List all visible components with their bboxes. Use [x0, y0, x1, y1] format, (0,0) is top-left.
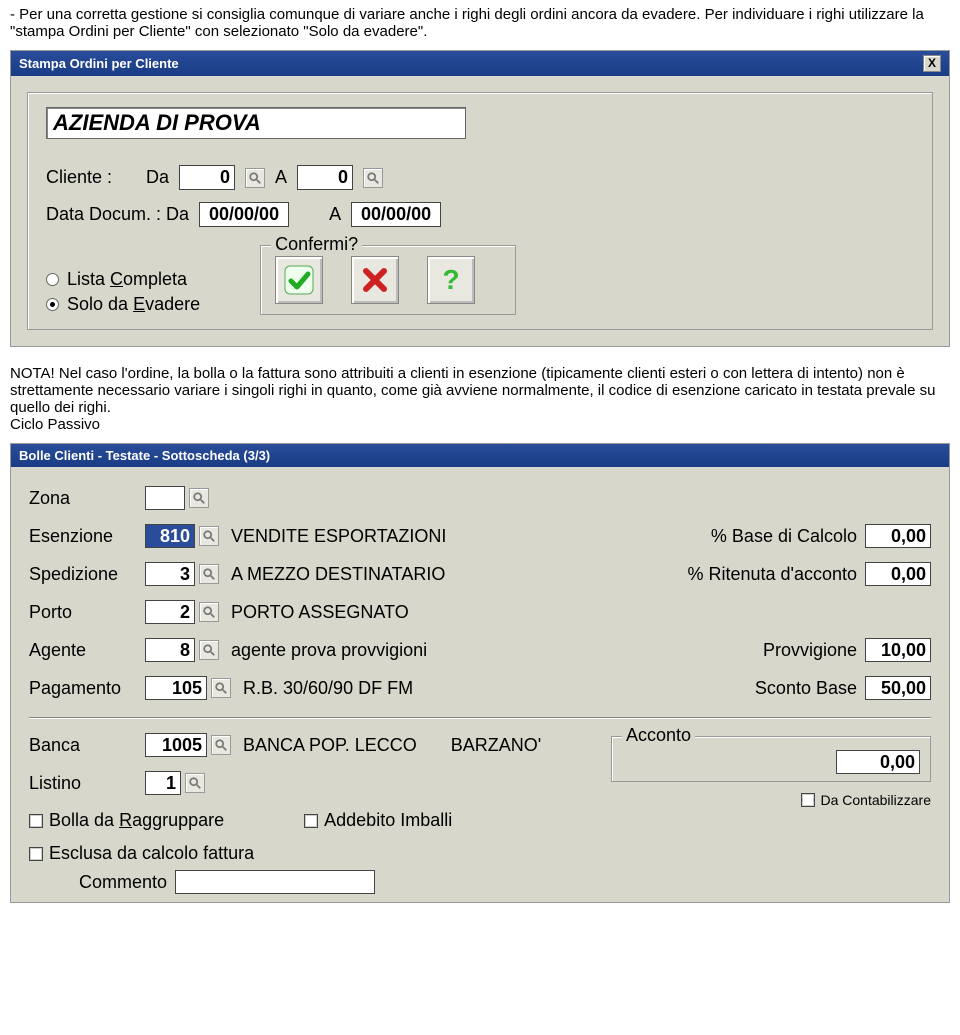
note-text: NOTA! Nel caso l'ordine, la bolla o la f… [0, 365, 960, 443]
title-text-2: Bolle Clienti - Testate - Sottoscheda (3… [19, 448, 270, 463]
date-from-input[interactable]: 00/00/00 [199, 202, 289, 227]
lookup-agente[interactable] [199, 640, 219, 660]
base-calcolo-label: % Base di Calcolo [711, 526, 857, 547]
date-to-input[interactable]: 00/00/00 [351, 202, 441, 227]
radio-indicator [46, 298, 59, 311]
agente-desc: agente prova provvigioni [231, 640, 427, 661]
esenzione-desc: VENDITE ESPORTAZIONI [231, 526, 446, 547]
spedizione-input[interactable]: 3 [145, 562, 195, 586]
intro-text: - Per una corretta gestione si consiglia… [0, 0, 960, 50]
company-field[interactable]: AZIENDA DI PROVA [46, 107, 466, 139]
radio-lista-completa[interactable]: Lista Completa [46, 269, 200, 290]
acconto-legend: Acconto [622, 725, 695, 746]
titlebar2: Bolle Clienti - Testate - Sottoscheda (3… [11, 444, 949, 467]
cliente-to-input[interactable]: 0 [297, 165, 353, 190]
lookup-cliente-from[interactable] [245, 168, 265, 188]
porto-desc: PORTO ASSEGNATO [231, 602, 409, 623]
da-label: Da [146, 167, 169, 188]
agente-input[interactable]: 8 [145, 638, 195, 662]
a-label: A [275, 167, 287, 188]
titlebar: Stampa Ordini per Cliente X [11, 51, 949, 76]
esenzione-input[interactable]: 810 [145, 524, 195, 548]
a-label2: A [329, 204, 341, 225]
svg-text:?: ? [443, 264, 460, 295]
banca-desc2: BARZANO' [451, 735, 541, 756]
agente-label: Agente [29, 640, 145, 661]
banca-desc1: BANCA POP. LECCO [243, 735, 417, 756]
acconto-input[interactable]: 0,00 [836, 750, 920, 774]
ciclo-passivo-label: Ciclo Passivo [10, 416, 100, 433]
zona-input[interactable] [145, 486, 185, 510]
checkbox-addebito-imballi[interactable]: Addebito Imballi [304, 810, 452, 831]
porto-label: Porto [29, 602, 145, 623]
title-text: Stampa Ordini per Cliente [19, 56, 179, 71]
confirm-legend: Confermi? [271, 234, 362, 255]
porto-input[interactable]: 2 [145, 600, 195, 624]
ritenuta-label: % Ritenuta d'acconto [687, 564, 857, 585]
checkbox-bolla-raggruppare[interactable]: Bolla da Raggruppare [29, 810, 224, 831]
confirm-group: Confermi? ? [260, 245, 516, 315]
lookup-cliente-to[interactable] [363, 168, 383, 188]
checkbox-esclusa-calcolo[interactable]: Esclusa da calcolo fattura [29, 843, 254, 864]
lookup-zona[interactable] [189, 488, 209, 508]
lookup-listino[interactable] [185, 773, 205, 793]
provvigione-input[interactable]: 10,00 [865, 638, 931, 662]
lookup-porto[interactable] [199, 602, 219, 622]
cliente-label: Cliente : [46, 167, 136, 188]
base-calcolo-input[interactable]: 0,00 [865, 524, 931, 548]
zona-label: Zona [29, 488, 145, 509]
window-bolle-clienti: Bolle Clienti - Testate - Sottoscheda (3… [10, 443, 950, 903]
radio-indicator [46, 273, 59, 286]
commento-input[interactable] [175, 870, 375, 894]
lookup-spedizione[interactable] [199, 564, 219, 584]
cliente-from-input[interactable]: 0 [179, 165, 235, 190]
window-stampa-ordini: Stampa Ordini per Cliente X AZIENDA DI P… [10, 50, 950, 347]
pagamento-desc: R.B. 30/60/90 DF FM [243, 678, 413, 699]
cancel-button[interactable] [351, 256, 399, 304]
esenzione-label: Esenzione [29, 526, 145, 547]
listino-input[interactable]: 1 [145, 771, 181, 795]
commento-label: Commento [79, 872, 167, 893]
pagamento-input[interactable]: 105 [145, 676, 207, 700]
lookup-pagamento[interactable] [211, 678, 231, 698]
spedizione-desc: A MEZZO DESTINATARIO [231, 564, 445, 585]
acconto-group: Acconto 0,00 [611, 736, 931, 782]
radio-solo-da-evadere[interactable]: Solo da Evadere [46, 294, 200, 315]
sconto-label: Sconto Base [755, 678, 857, 699]
listino-label: Listino [29, 773, 145, 794]
sconto-input[interactable]: 50,00 [865, 676, 931, 700]
spedizione-label: Spedizione [29, 564, 145, 585]
lookup-banca[interactable] [211, 735, 231, 755]
pagamento-label: Pagamento [29, 678, 145, 699]
provvigione-label: Provvigione [763, 640, 857, 661]
checkbox-da-contabilizzare[interactable]: Da Contabilizzare [611, 792, 931, 808]
ritenuta-input[interactable]: 0,00 [865, 562, 931, 586]
banca-input[interactable]: 1005 [145, 733, 207, 757]
lookup-esenzione[interactable] [199, 526, 219, 546]
close-icon[interactable]: X [923, 55, 941, 72]
confirm-button[interactable] [275, 256, 323, 304]
help-button[interactable]: ? [427, 256, 475, 304]
banca-label: Banca [29, 735, 145, 756]
form-panel: AZIENDA DI PROVA Cliente : Da 0 A 0 Data… [27, 92, 933, 330]
data-label: Data Docum. : Da [46, 204, 189, 225]
divider [29, 717, 931, 718]
